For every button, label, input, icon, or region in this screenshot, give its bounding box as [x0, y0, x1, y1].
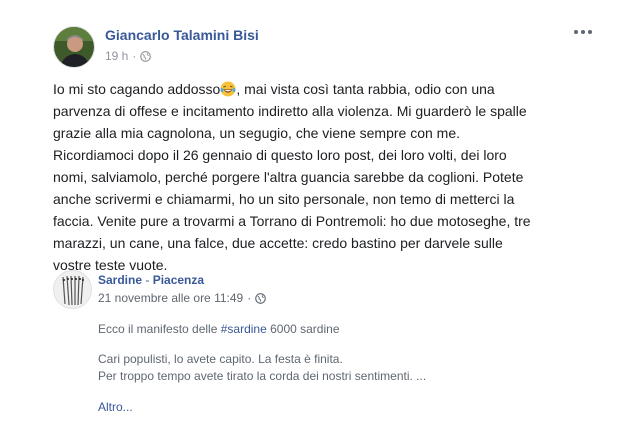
shared-intro: Ecco il manifesto delle #sardine 6000 sa…: [98, 322, 340, 336]
post-meta: 19 h ·: [105, 49, 152, 63]
post-body: Io mi sto cagando addosso , mai vista co…: [53, 78, 633, 276]
globe-icon[interactable]: [255, 292, 267, 304]
see-more-link[interactable]: Altro...: [98, 400, 133, 414]
shared-date[interactable]: 21 novembre alle ore 11:49: [98, 291, 243, 305]
shared-meta: 21 novembre alle ore 11:49 ·: [98, 291, 267, 305]
post-time[interactable]: 19 h: [105, 49, 128, 63]
post-line: nomi, salviamolo, perché porgere l'altra…: [53, 169, 524, 185]
meta-separator: ·: [247, 291, 252, 305]
post-line: grazie alla mia cagnolona, un segugio, c…: [53, 125, 461, 141]
post-line: Ricordiamoci dopo il 26 gennaio di quest…: [53, 147, 507, 163]
post-line: Io mi sto cagando addosso , mai vista co…: [53, 81, 495, 97]
post-line: faccia. Venite pure a trovarmi a Torrano…: [53, 213, 531, 229]
post-line: parvenza di offese e incitamento indiret…: [53, 103, 527, 119]
author-avatar[interactable]: [53, 26, 95, 68]
meta-separator: ·: [132, 49, 137, 63]
shared-line: Cari populisti, lo avete capito. La fest…: [98, 352, 343, 366]
shared-page-name[interactable]: Sardine - Piacenza: [98, 273, 204, 287]
shared-line: Per troppo tempo avete tirato la corda d…: [98, 369, 427, 383]
shared-paragraph: Cari populisti, lo avete capito. La fest…: [98, 351, 426, 385]
laughing-tears-emoji-icon: [220, 81, 236, 97]
shared-page-avatar[interactable]: [53, 270, 92, 309]
facebook-post: Giancarlo Talamini Bisi 19 h · Io mi sto…: [0, 0, 644, 427]
globe-icon[interactable]: [140, 50, 152, 62]
more-options-icon[interactable]: [574, 26, 596, 38]
post-line: anche scrivermi e chiamarmi, ho un sito …: [53, 191, 515, 207]
author-name[interactable]: Giancarlo Talamini Bisi: [105, 27, 259, 43]
hashtag-link[interactable]: #sardine: [221, 322, 267, 336]
post-line: marazzi, un cane, una falce, due accette…: [53, 235, 503, 251]
